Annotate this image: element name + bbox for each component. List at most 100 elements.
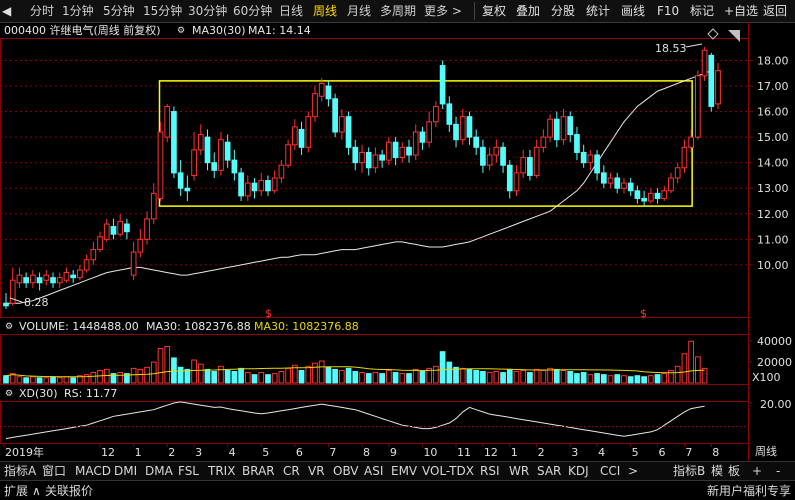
tab-more-arrow[interactable]: >: [628, 463, 638, 479]
tab-obv[interactable]: OBV: [333, 463, 359, 479]
tab-cci[interactable]: CCI: [600, 463, 620, 479]
tab-vr[interactable]: VR: [308, 463, 325, 479]
volume-bar-down: [527, 372, 533, 384]
candle-down: [641, 197, 647, 202]
dividend-mark-2[interactable]: $: [640, 307, 647, 320]
candle-down: [238, 172, 244, 197]
time-label: 3: [195, 446, 202, 459]
candle-up: [157, 131, 164, 199]
volume-bar-up: [493, 371, 500, 384]
tab-15min[interactable]: 15分钟: [143, 3, 182, 19]
vol-tick-20000: 20000: [757, 356, 792, 369]
volume-bar-down: [50, 376, 56, 384]
add-watchlist-button[interactable]: +自选: [724, 3, 758, 19]
volume-bar-up: [412, 368, 419, 384]
tab-5min[interactable]: 5分钟: [103, 3, 135, 19]
xd-gear-icon[interactable]: ⚙: [5, 386, 13, 402]
tab-60min[interactable]: 60分钟: [233, 3, 272, 19]
volume-bar-up: [540, 369, 547, 384]
volume-bar-up: [433, 365, 439, 384]
tab-dma[interactable]: DMA: [145, 463, 173, 479]
time-label: 8: [363, 446, 370, 459]
tab-weekly[interactable]: 周线: [313, 3, 337, 19]
expand-arrow-icon[interactable]: ∧: [32, 483, 41, 499]
fuquan-button[interactable]: 复权: [482, 3, 506, 19]
tab-monthly[interactable]: 月线: [347, 3, 371, 19]
volume-bar-up: [150, 361, 157, 384]
tab-daily[interactable]: 日线: [279, 3, 303, 19]
volume-bar-down: [325, 366, 332, 384]
tab-template-1[interactable]: 模: [711, 463, 723, 479]
candle-up: [77, 269, 83, 279]
zoom-in-button[interactable]: +: [752, 463, 762, 479]
tab-emv[interactable]: EMV: [391, 463, 417, 479]
return-button[interactable]: 返回: [763, 3, 787, 19]
period-label: 周线: [755, 444, 777, 458]
zoom-out-button[interactable]: -: [776, 463, 780, 479]
tab-window[interactable]: 窗口: [42, 463, 66, 479]
tab-indicator-b[interactable]: 指标B: [673, 463, 705, 479]
volume-bar-up: [43, 377, 50, 384]
tab-wr[interactable]: WR: [509, 463, 529, 479]
tab-more[interactable]: 更多 >: [424, 3, 462, 19]
tab-indicator-a[interactable]: 指标A: [4, 463, 36, 479]
tab-macd[interactable]: MACD: [75, 463, 111, 479]
volume-bar-down: [580, 372, 587, 384]
tab-1min[interactable]: 1分钟: [62, 3, 94, 19]
candle-down: [379, 154, 386, 161]
tab-brar[interactable]: BRAR: [242, 463, 275, 479]
f10-button[interactable]: F10: [657, 3, 679, 19]
volume-bar-up: [661, 373, 668, 384]
tab-asi[interactable]: ASI: [364, 463, 383, 479]
candle-down: [184, 187, 191, 192]
kline-chart[interactable]: 18.00 17.00 16.00 15.00 14.00 13.00 12.00 11.00…: [0, 22, 795, 462]
volume-bar-down: [251, 374, 258, 384]
tab-fsl[interactable]: FSL: [178, 463, 199, 479]
back-arrow-icon[interactable]: ◀: [2, 3, 11, 19]
candle-down: [124, 223, 130, 233]
new-user-promo[interactable]: 新用户福利专享: [707, 483, 791, 499]
candle-up: [426, 121, 433, 143]
volume-bar-down: [466, 368, 473, 384]
tab-trix[interactable]: TRIX: [208, 463, 235, 479]
volume-bar-down: [594, 373, 600, 384]
overlay-button[interactable]: 叠加: [516, 3, 540, 19]
tab-dmi[interactable]: DMI: [114, 463, 137, 479]
candle-up: [191, 149, 197, 176]
tab-cr[interactable]: CR: [283, 463, 300, 479]
tab-vol-tdx[interactable]: VOL-TDX: [422, 463, 474, 479]
tab-sar[interactable]: SAR: [537, 463, 561, 479]
draw-line-button[interactable]: 画线: [621, 3, 645, 19]
time-label: 9: [390, 446, 397, 459]
tab-multi-period[interactable]: 多周期: [380, 3, 416, 19]
stats-button[interactable]: 统计: [586, 3, 610, 19]
time-label: 11: [457, 446, 471, 459]
tab-rsi[interactable]: RSI: [480, 463, 500, 479]
candle-up: [218, 139, 224, 171]
volume-bar-down: [641, 376, 647, 384]
time-label: 5: [262, 446, 269, 459]
volume-bar-up: [16, 376, 23, 384]
indicator-tabs: 指标A 窗口 MACD DMI DMA FSL TRIX BRAR CR VR …: [0, 461, 795, 480]
volume-bar-down: [70, 377, 77, 384]
volume-bar-up: [338, 369, 345, 384]
high-arrow-icon: [685, 43, 703, 48]
candle-up: [681, 146, 688, 169]
volume-bar-up: [63, 376, 70, 384]
tab-30min[interactable]: 30分钟: [188, 3, 227, 19]
expand-button[interactable]: 扩展: [4, 483, 28, 499]
volume-bar-down: [177, 366, 184, 384]
time-label: 4: [598, 446, 605, 459]
candle-down: [594, 154, 600, 174]
tab-template-2[interactable]: 板: [728, 463, 740, 479]
tab-fenshi[interactable]: 分时: [30, 3, 54, 19]
mark-button[interactable]: 标记: [690, 3, 714, 19]
volume-gear-icon[interactable]: ⚙: [5, 319, 13, 335]
volume-bar-up: [681, 353, 688, 384]
volume-bar-down: [480, 371, 486, 384]
related-quotes[interactable]: 关联报价: [45, 483, 93, 499]
volume-bar-down: [231, 371, 238, 384]
tab-kdj[interactable]: KDJ: [568, 463, 589, 479]
split-stock-button[interactable]: 分股: [551, 3, 575, 19]
candle-up: [117, 220, 124, 235]
